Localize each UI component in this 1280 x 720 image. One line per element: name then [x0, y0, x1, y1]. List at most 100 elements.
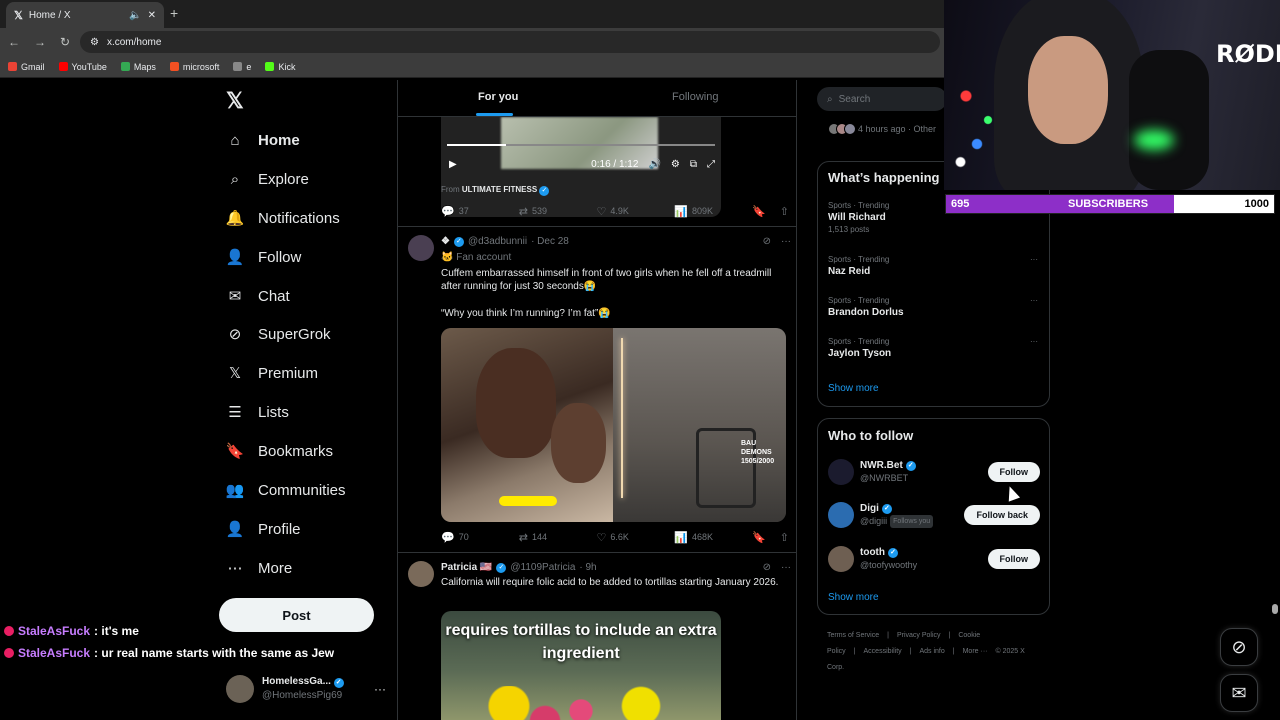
author-name[interactable]: ❖ [441, 236, 450, 247]
sidebar-item-bookmarks[interactable]: 🔖 Bookmarks [226, 439, 333, 463]
trend-item[interactable]: Sports · Trending Jaylon Tyson ··· [828, 336, 1038, 360]
bookmark-label: Gmail [21, 61, 45, 72]
suggested-account[interactable]: NWR.Bet ✓ @NWRBET Follow [828, 457, 1040, 487]
bookmark-item[interactable]: e [233, 62, 251, 72]
follow-button[interactable]: Follow [987, 462, 1040, 482]
sidebar-item-chat[interactable]: ✉ Chat [226, 284, 290, 308]
post-date[interactable]: · 9h [579, 562, 596, 573]
more-icon[interactable]: ··· [1030, 295, 1038, 307]
bookmark-label: microsoft [182, 61, 220, 72]
trend-item[interactable]: Sports · Trending Brandon Dorlus ··· [828, 295, 1038, 319]
settings-icon[interactable]: ⚙ [671, 159, 680, 170]
play-icon[interactable]: ▶ [449, 159, 457, 170]
avatar [828, 546, 854, 572]
more-icon[interactable]: ··· [374, 682, 386, 696]
scrollbar[interactable] [1272, 604, 1278, 614]
footer-link[interactable]: Ads info [919, 648, 944, 655]
new-tab-icon[interactable]: + [170, 5, 178, 21]
follows-you-badge: Follows you [890, 515, 934, 528]
pip-icon[interactable]: ⧉ [690, 159, 697, 170]
account-handle: @HomelessPig69 [262, 690, 343, 701]
repost-button[interactable]: ⇄ 539 [519, 205, 597, 218]
footer-links: Terms of Service | Privacy Policy | Cookie P… [827, 628, 1047, 676]
follow-button[interactable]: Follow [987, 549, 1040, 569]
more-icon[interactable]: ··· [781, 236, 791, 247]
avatar[interactable] [408, 235, 434, 261]
reply-button[interactable]: 💬 70 [441, 531, 519, 544]
grok-button[interactable]: ⊘ [1220, 628, 1258, 666]
follow-button[interactable]: Follow back [964, 505, 1040, 525]
grok-icon[interactable]: ⊘ [763, 562, 771, 573]
bookmark-item[interactable]: Kick [265, 62, 295, 72]
browser-tab[interactable]: 𝕏 Home / X 🔈 ✕ [6, 2, 164, 28]
site-info-icon[interactable]: ⚙ [90, 37, 99, 48]
suggested-account[interactable]: Digi ✓ @digiii Follows you Follow back [828, 500, 1040, 530]
sidebar-item-explore[interactable]: ⌕ Explore [226, 167, 309, 191]
forward-icon[interactable]: → [34, 35, 46, 49]
video-progress-bar[interactable] [447, 144, 715, 146]
sidebar-item-communities[interactable]: 👥 Communities [226, 478, 346, 502]
more-icon[interactable]: ··· [1030, 254, 1038, 266]
bookmark-item[interactable]: YouTube [58, 62, 107, 72]
footer-link[interactable]: Terms of Service [827, 632, 879, 639]
sidebar-item-premium[interactable]: 𝕏 Premium [226, 361, 318, 385]
address-bar[interactable]: ⚙ x.com/home [80, 31, 940, 53]
trend-name: Naz Reid [828, 266, 871, 277]
bookmark-item[interactable]: Gmail [8, 62, 45, 72]
tab-for-you[interactable]: For you [478, 91, 518, 103]
bookmark-icon[interactable]: 🔖 [752, 205, 766, 218]
sidebar-item-lists[interactable]: ☰ Lists [226, 400, 289, 424]
post-media[interactable]: BAU DEMONS 1505/2000 [441, 328, 786, 522]
messages-button[interactable]: ✉ [1220, 674, 1258, 712]
like-button[interactable]: ♡ 6.6K [597, 531, 675, 544]
bookmark-item[interactable]: microsoft [169, 61, 220, 72]
share-icon[interactable]: ⇧ [780, 531, 789, 544]
grok-icon[interactable]: ⊘ [763, 236, 771, 247]
fullscreen-icon[interactable]: ⤢ [707, 159, 715, 170]
author-name[interactable]: Patricia 🇺🇸 [441, 562, 492, 573]
bookmark-item[interactable]: Maps [120, 62, 156, 72]
show-more-link[interactable]: Show more [828, 592, 879, 603]
tab-audio-icon[interactable]: 🔈 [129, 10, 141, 21]
main-timeline: For you Following ▶ 0:16 / 1:12 🔊 ⚙ ⧉ ⤢ … [397, 80, 797, 720]
views-button[interactable]: 📊 809K [674, 205, 752, 218]
bookmark-icon[interactable]: 🔖 [752, 531, 766, 544]
avatar[interactable] [408, 561, 434, 587]
video-player[interactable]: ▶ 0:16 / 1:12 🔊 ⚙ ⧉ ⤢ [441, 117, 721, 217]
more-icon[interactable]: ··· [781, 562, 791, 573]
footer-link[interactable]: Privacy Policy [897, 632, 941, 639]
recent-activity[interactable]: 4 hours ago · Other [828, 123, 936, 135]
author-handle[interactable]: @1109Patricia [510, 562, 575, 573]
tab-close-icon[interactable]: ✕ [148, 10, 156, 21]
sidebar-item-supergrok[interactable]: ⊘ SuperGrok [226, 322, 331, 346]
sidebar-item-home[interactable]: ⌂ Home [226, 128, 299, 152]
share-icon[interactable]: ⇧ [780, 205, 789, 218]
footer-link[interactable]: More ··· [963, 648, 988, 655]
volume-icon[interactable]: 🔊 [648, 159, 660, 170]
author-handle[interactable]: @d3adbunnii [468, 236, 527, 247]
trend-item[interactable]: Sports · Trending Naz Reid ··· [828, 254, 1038, 278]
footer-link[interactable]: Accessibility [864, 648, 902, 655]
reply-button[interactable]: 💬 37 [441, 205, 519, 218]
show-more-link[interactable]: Show more [828, 383, 879, 394]
post-button[interactable]: Post [219, 598, 374, 632]
sidebar-item-notifications[interactable]: 🔔 Notifications [226, 206, 340, 230]
search-input[interactable]: ⌕ Search [817, 87, 947, 111]
suggested-account[interactable]: tooth ✓ @toofywoothy Follow [828, 544, 1040, 574]
more-icon[interactable]: ··· [1030, 336, 1038, 348]
views-button[interactable]: 📊 468K [674, 531, 752, 544]
sidebar-item-follow[interactable]: 👤 Follow [226, 245, 302, 269]
account-switcher[interactable]: HomelessGa... ✓ @HomelessPig69 ··· [226, 672, 386, 706]
repost-button[interactable]: ⇄ 144 [519, 531, 597, 544]
sidebar-item-more[interactable]: ⋯ More [226, 556, 293, 580]
search-icon: ⌕ [827, 93, 833, 105]
tab-following[interactable]: Following [672, 91, 718, 103]
x-logo-icon[interactable]: 𝕏 [226, 88, 244, 114]
back-icon[interactable]: ← [8, 35, 20, 49]
post-date[interactable]: · Dec 28 [531, 236, 569, 247]
reload-icon[interactable]: ↻ [60, 35, 70, 49]
like-button[interactable]: ♡ 4.9K [597, 205, 675, 218]
post-media[interactable]: requires tortillas to include an extra i… [441, 611, 721, 720]
home-icon: ⌂ [230, 131, 240, 149]
sidebar-item-profile[interactable]: 👤 Profile [226, 517, 301, 541]
